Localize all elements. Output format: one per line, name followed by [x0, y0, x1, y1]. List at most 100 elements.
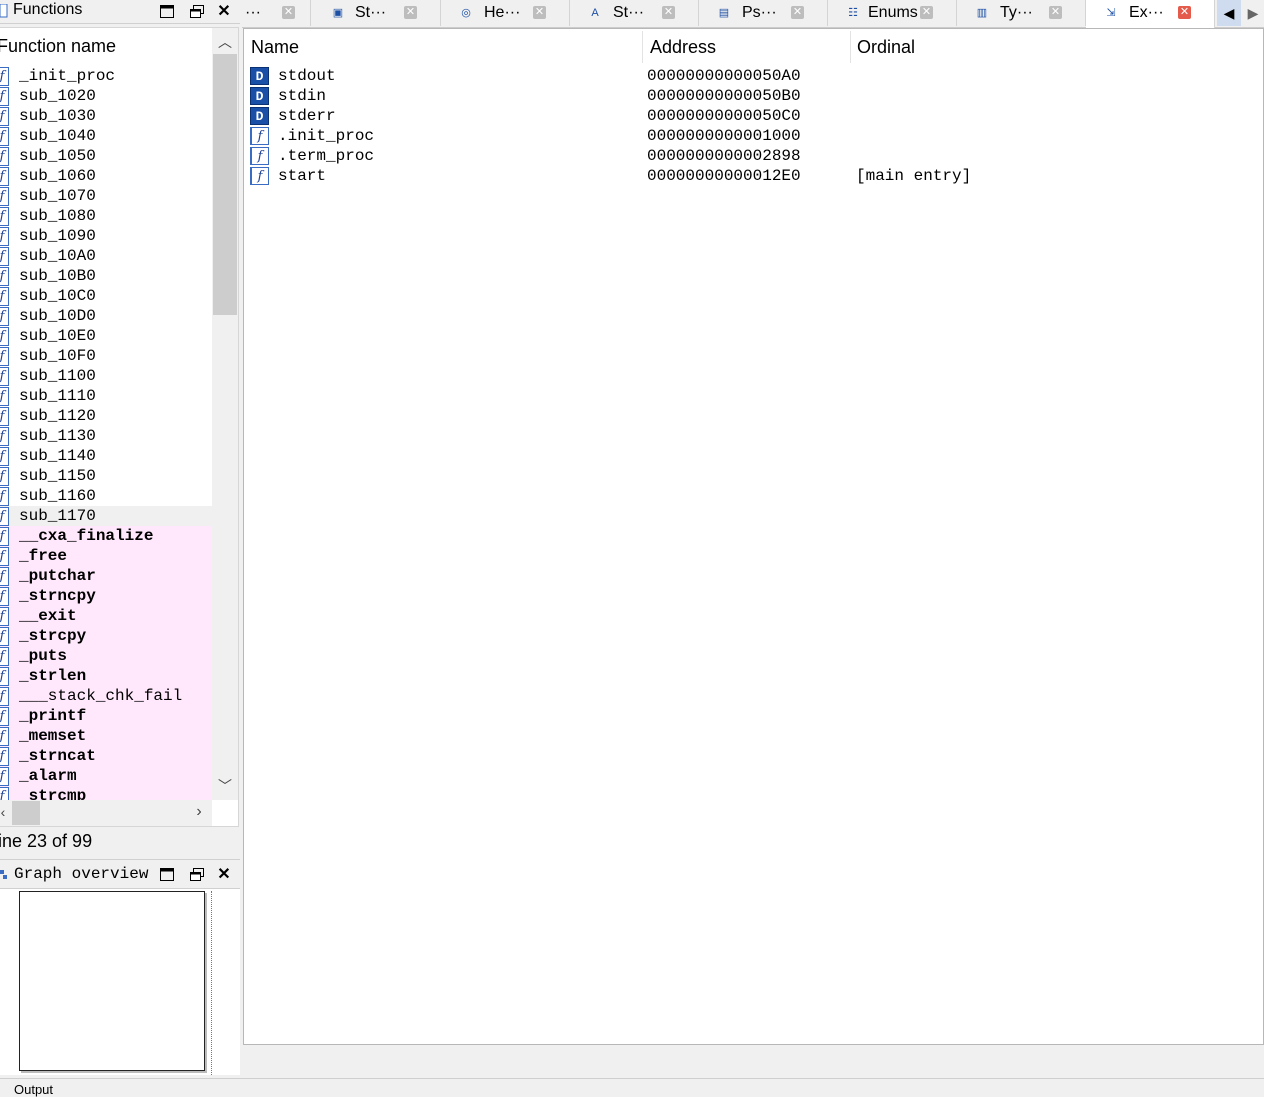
function-list-item[interactable]: f sub_10B0: [0, 266, 212, 286]
function-list-item[interactable]: f sub_1120: [0, 406, 212, 426]
graph-maximize-icon[interactable]: [156, 863, 178, 885]
export-row[interactable]: Dstdout 00000000000050A0: [244, 66, 1263, 86]
function-icon: f: [0, 727, 9, 746]
output-label[interactable]: Output: [14, 1082, 53, 1097]
function-list-item[interactable]: f _printf: [0, 706, 212, 726]
vertical-scroll-thumb[interactable]: [213, 54, 237, 315]
scroll-right-icon[interactable]: ›: [186, 803, 212, 821]
function-list-item[interactable]: f sub_1170: [0, 506, 212, 526]
ordinal-column-header[interactable]: Ordinal: [857, 29, 915, 65]
tab-scroll-right-icon[interactable]: ▶: [1242, 0, 1264, 26]
tab-exports[interactable]: ⇲ Ex··· ✕: [1086, 0, 1215, 28]
function-list-item[interactable]: f sub_1160: [0, 486, 212, 506]
horizontal-scrollbar[interactable]: ‹ ›: [0, 800, 212, 826]
function-list-item[interactable]: f _free: [0, 546, 212, 566]
tab-close-icon[interactable]: ✕: [920, 6, 933, 19]
function-list-item[interactable]: f sub_10C0: [0, 286, 212, 306]
tab-close-icon[interactable]: ✕: [791, 6, 804, 19]
function-icon: f: [0, 347, 9, 366]
graph-viewport-box[interactable]: [19, 891, 205, 1071]
export-row[interactable]: f .init_proc 0000000000001000: [244, 126, 1263, 146]
export-row[interactable]: f .term_proc 0000000000002898: [244, 146, 1263, 166]
graph-overview-header: Graph overview ✕: [0, 859, 240, 889]
function-list-item[interactable]: f _putchar: [0, 566, 212, 586]
function-name: _free: [19, 547, 68, 565]
data-item-icon: D: [250, 87, 269, 105]
function-list-item[interactable]: f ___stack_chk_fail: [0, 686, 212, 706]
function-icon: f: [0, 647, 9, 666]
function-list-item[interactable]: f sub_10F0: [0, 346, 212, 366]
maximize-icon[interactable]: [156, 0, 178, 22]
export-row[interactable]: Dstdin 00000000000050B0: [244, 86, 1263, 106]
function-list-item[interactable]: f sub_10D0: [0, 306, 212, 326]
graph-overview-canvas[interactable]: [0, 889, 240, 1075]
function-list-item[interactable]: f sub_1020: [0, 86, 212, 106]
export-name: stderr: [278, 107, 336, 125]
address-column-header[interactable]: Address: [650, 29, 716, 65]
export-row[interactable]: f start 00000000000012E0 [main entry]: [244, 166, 1263, 186]
function-list-item[interactable]: f _strlen: [0, 666, 212, 686]
vertical-scrollbar[interactable]: ︿ ﹀: [212, 28, 238, 800]
name-column-header[interactable]: Name: [251, 29, 299, 65]
column-separator[interactable]: [642, 31, 643, 63]
scroll-left-icon[interactable]: ‹: [0, 804, 16, 820]
function-list-item[interactable]: f sub_1050: [0, 146, 212, 166]
function-list-item[interactable]: f sub_1090: [0, 226, 212, 246]
function-list-item[interactable]: f sub_1100: [0, 366, 212, 386]
horizontal-scroll-thumb[interactable]: [12, 801, 40, 825]
function-list-item[interactable]: f sub_10A0: [0, 246, 212, 266]
function-list-item[interactable]: f sub_10E0: [0, 326, 212, 346]
export-address: 00000000000050B0: [647, 87, 801, 105]
tab-strings[interactable]: A St··· ✕: [570, 0, 699, 26]
graph-close-icon[interactable]: ✕: [213, 863, 235, 885]
exports-view[interactable]: Name Address Ordinal Dstdout 000000000000…: [243, 28, 1264, 1045]
function-name-column-header[interactable]: Function name: [0, 28, 212, 65]
function-list-item[interactable]: f _strncpy: [0, 586, 212, 606]
tab-tab[interactable]: ··· ✕: [242, 0, 311, 26]
tab-close-icon[interactable]: ✕: [282, 6, 295, 19]
function-name: sub_10A0: [19, 247, 96, 265]
restore-icon[interactable]: [186, 0, 208, 22]
function-list-item[interactable]: f _strcpy: [0, 626, 212, 646]
tab-pseudocode[interactable]: ▤ Ps··· ✕: [699, 0, 828, 26]
tab-close-icon[interactable]: ✕: [1049, 6, 1062, 19]
function-list-item[interactable]: f __cxa_finalize: [0, 526, 212, 546]
tab-enums[interactable]: ☷ Enums ✕: [828, 0, 957, 26]
function-list-item[interactable]: f sub_1040: [0, 126, 212, 146]
graph-restore-icon[interactable]: [186, 863, 208, 885]
scroll-up-icon[interactable]: ︿: [212, 32, 238, 52]
tab-scroll-left-icon[interactable]: ◀: [1217, 0, 1241, 26]
function-list-item[interactable]: f _strncat: [0, 746, 212, 766]
function-list-item[interactable]: f sub_1150: [0, 466, 212, 486]
tab-close-icon[interactable]: ✕: [1178, 6, 1191, 19]
function-list-item[interactable]: f _alarm: [0, 766, 212, 786]
tab-close-icon[interactable]: ✕: [533, 6, 546, 19]
tab-structures[interactable]: ▣ St··· ✕: [311, 0, 441, 26]
close-icon[interactable]: ✕: [213, 0, 235, 22]
function-list-item[interactable]: f _puts: [0, 646, 212, 666]
function-list-item[interactable]: f sub_1060: [0, 166, 212, 186]
export-row[interactable]: Dstderr 00000000000050C0: [244, 106, 1263, 126]
function-list-item[interactable]: f sub_1140: [0, 446, 212, 466]
export-name: start: [278, 167, 327, 185]
function-list-item[interactable]: f _strcmp: [0, 786, 212, 800]
tab-types[interactable]: ▥ Ty··· ✕: [957, 0, 1086, 26]
function-list-item[interactable]: f _init_proc: [0, 66, 212, 86]
function-list-item[interactable]: f sub_1070: [0, 186, 212, 206]
column-separator[interactable]: [850, 31, 851, 63]
tab-close-icon[interactable]: ✕: [404, 6, 417, 19]
scroll-down-icon[interactable]: ﹀: [212, 776, 238, 796]
tab-label: St···: [613, 4, 645, 21]
function-list-item[interactable]: f __exit: [0, 606, 212, 626]
tab-close-icon[interactable]: ✕: [662, 6, 675, 19]
function-icon: f: [0, 327, 9, 346]
functions-list[interactable]: Function name f _init_proc f sub_1020 f sub_1…: [0, 27, 239, 827]
function-list-item[interactable]: f sub_1110: [0, 386, 212, 406]
function-icon: f: [0, 787, 9, 800]
function-list-item[interactable]: f sub_1080: [0, 206, 212, 226]
function-name: _strncpy: [19, 587, 96, 605]
function-list-item[interactable]: f sub_1030: [0, 106, 212, 126]
function-list-item[interactable]: f sub_1130: [0, 426, 212, 446]
tab-hex-view[interactable]: ◎ He··· ✕: [441, 0, 570, 26]
function-list-item[interactable]: f _memset: [0, 726, 212, 746]
